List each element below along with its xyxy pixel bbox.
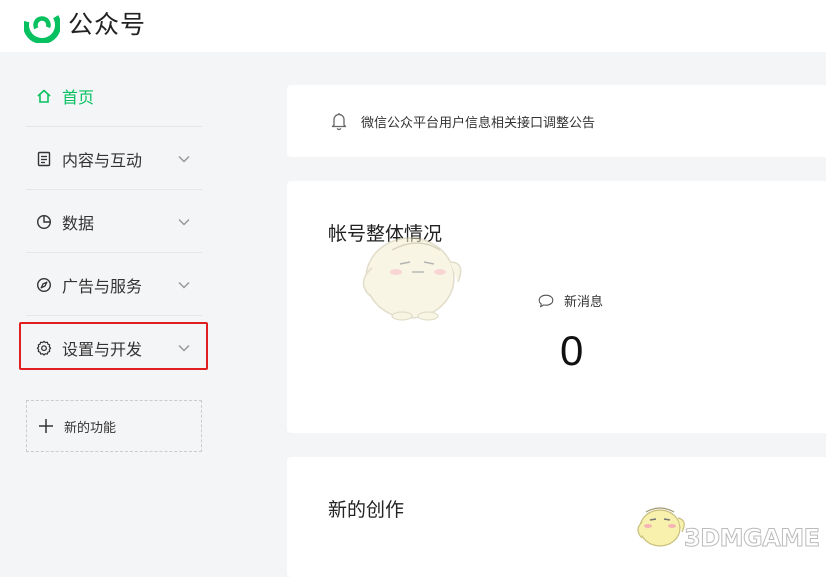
new-messages-count[interactable]: 0: [560, 327, 583, 375]
account-overview-card: 帐号整体情况 新消息 0: [287, 181, 826, 433]
new-creation-title: 新的创作: [328, 500, 405, 521]
announcement-bar[interactable]: 微信公众平台用户信息相关接口调整公告: [287, 85, 826, 157]
top-header: 公众号: [0, 0, 826, 52]
new-feature-label: 新的功能: [64, 419, 117, 435]
announcement-link[interactable]: 微信公众平台用户信息相关接口调整公告: [361, 112, 595, 131]
gear-icon: [35, 339, 53, 357]
sidebar-item-settings-development[interactable]: 设置与开发: [26, 317, 202, 379]
overview-title: 帐号整体情况: [328, 224, 443, 245]
chevron-down-icon[interactable]: [176, 214, 192, 230]
bell-icon: [329, 111, 349, 131]
sidebar-item-label: 广告与服务: [62, 278, 143, 296]
document-icon: [35, 150, 53, 168]
chat-bubble-icon: [538, 294, 554, 308]
chevron-down-icon[interactable]: [176, 277, 192, 293]
sidebar-item-home[interactable]: 首页: [26, 65, 202, 127]
sidebar-item-label: 首页: [62, 89, 95, 107]
watermark-text: 3DMGAME: [684, 524, 821, 553]
new-creation-card: 新的创作: [287, 457, 826, 577]
sidebar-item-content-interaction[interactable]: 内容与互动: [26, 128, 202, 190]
new-messages-label: 新消息: [564, 294, 604, 309]
plus-icon: [38, 418, 54, 434]
sidebar-item-label: 设置与开发: [62, 342, 143, 359]
sidebar-item-ads-services[interactable]: 广告与服务: [26, 254, 202, 316]
compass-icon: [35, 276, 53, 294]
chevron-down-icon[interactable]: [176, 340, 192, 356]
sidebar-item-label: 内容与互动: [62, 152, 143, 170]
sidebar-item-label: 数据: [62, 215, 95, 233]
brand-title[interactable]: 公众号: [68, 10, 146, 40]
new-messages-stat[interactable]: 新消息: [538, 291, 603, 310]
new-feature-button[interactable]: 新的功能: [26, 400, 202, 452]
chevron-down-icon[interactable]: [176, 151, 192, 167]
pie-chart-icon: [35, 213, 53, 231]
home-icon: [35, 87, 53, 105]
sidebar-item-data[interactable]: 数据: [26, 191, 202, 253]
wechat-official-account-logo-icon[interactable]: [23, 6, 61, 44]
